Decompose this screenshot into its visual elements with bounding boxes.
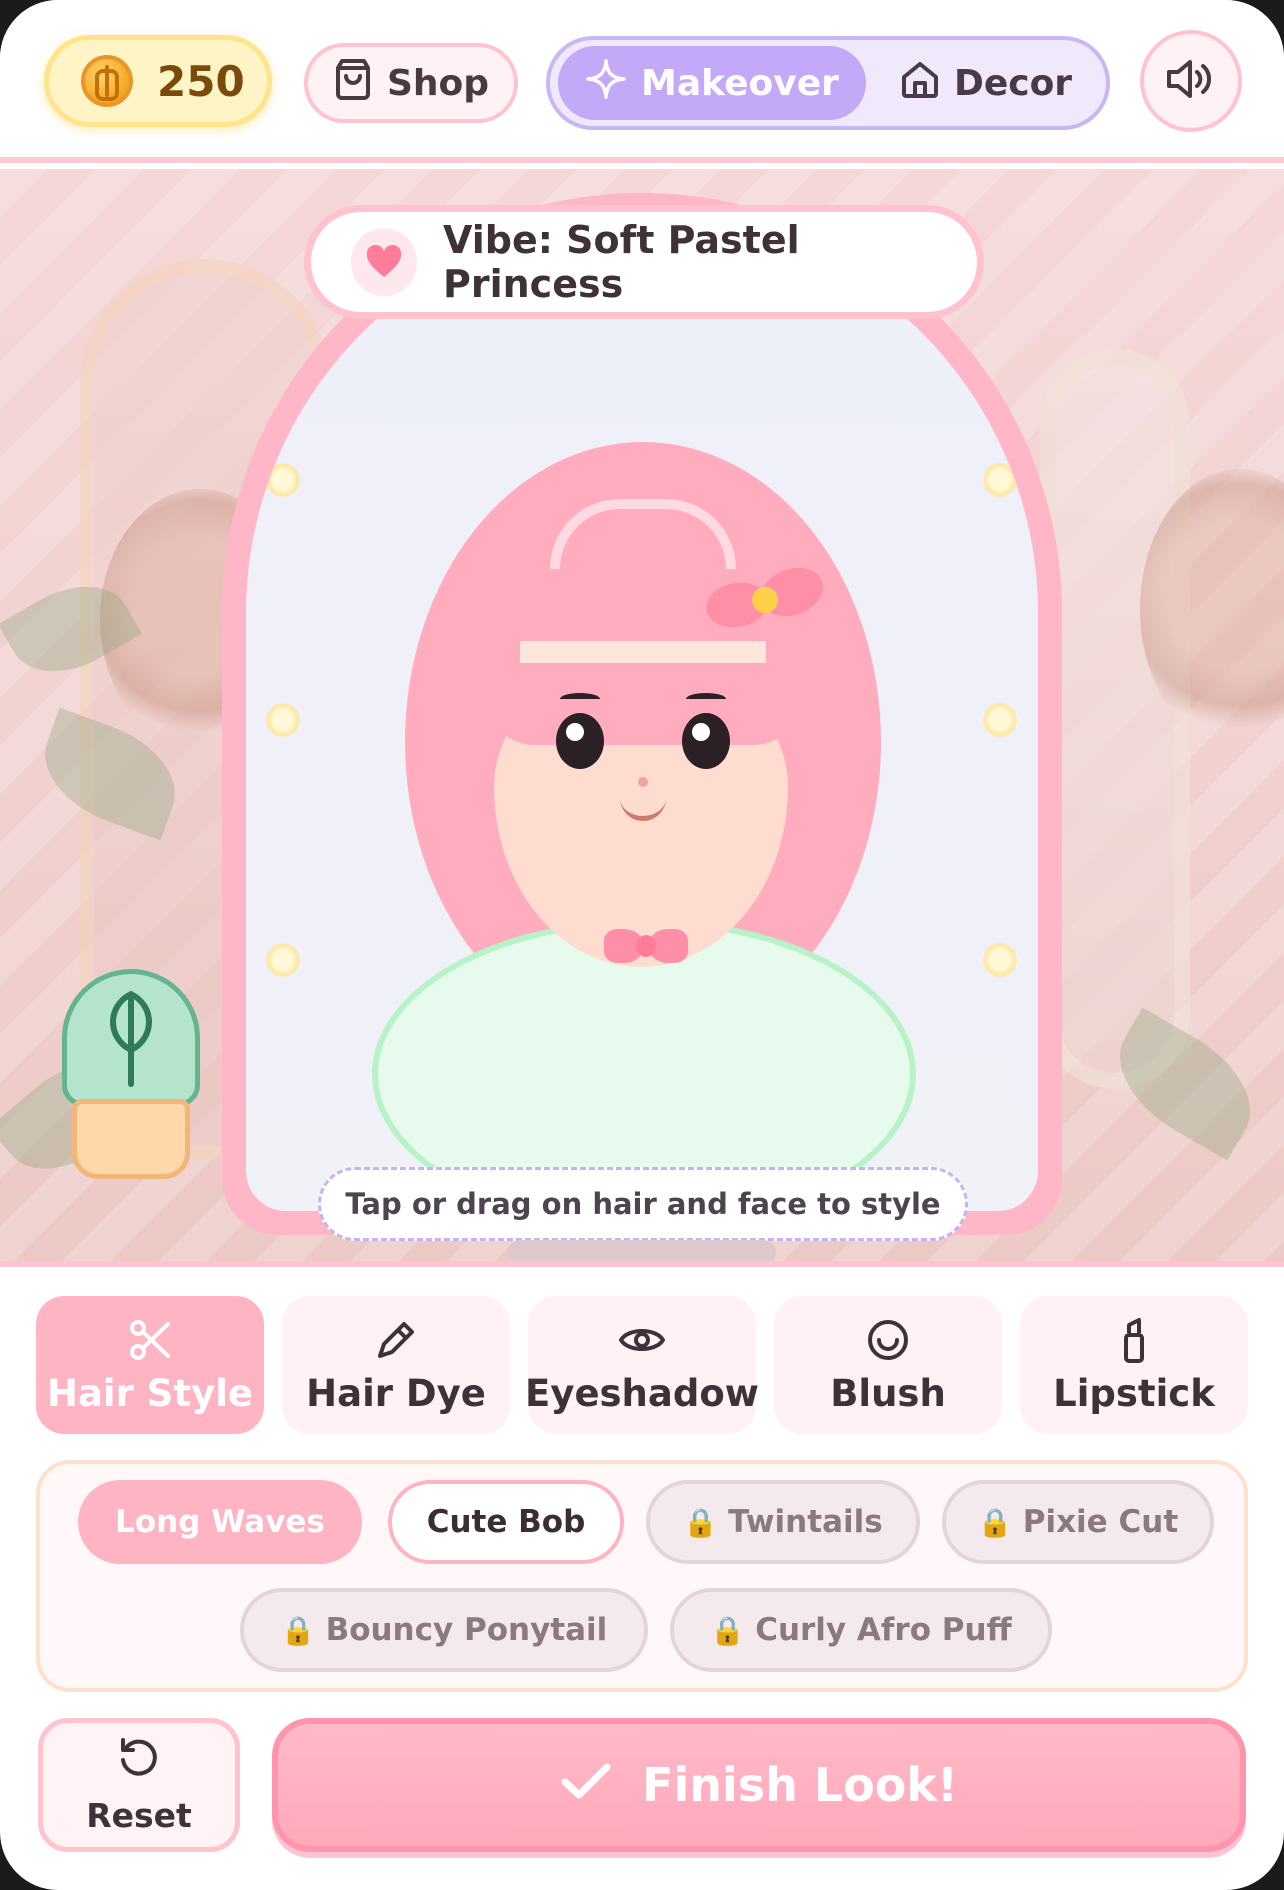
top-bar: 250 Shop Makeover Decor [0,0,1284,163]
character-nose [638,777,648,787]
home-icon [900,59,940,108]
heart-icon [351,228,418,296]
option-long-waves[interactable]: Long Waves [78,1480,362,1564]
shopping-bag-icon [333,58,373,109]
smile-icon [866,1316,910,1364]
tab-lipstick[interactable]: Lipstick [1020,1296,1248,1434]
hint-text: Tap or drag on hair and face to style [345,1187,941,1221]
coin-counter: 250 [44,35,272,127]
reset-icon [117,1736,161,1788]
option-label: Pixie Cut [1022,1504,1179,1540]
vanity-mirror [222,193,1062,1235]
right-eye[interactable] [682,713,730,769]
tab-blush[interactable]: Blush [774,1296,1002,1434]
coin-icon [81,55,133,107]
instruction-hint: Tap or drag on hair and face to style [318,1167,968,1241]
vibe-banner: Vibe: Soft Pastel Princess [304,205,984,319]
left-eye[interactable] [556,713,604,769]
reset-label: Reset [86,1795,192,1835]
tab-makeover[interactable]: Makeover [558,46,866,120]
tab-decor[interactable]: Decor [876,46,1096,120]
option-label: Curly Afro Puff [755,1612,1012,1648]
mirror-bulb [983,463,1017,497]
tab-eyeshadow[interactable]: Eyeshadow [525,1296,759,1434]
lock-icon: 🔒 [683,1505,719,1539]
collar-bow [604,925,688,965]
option-twintails[interactable]: 🔒 Twintails [646,1480,920,1564]
reset-button[interactable]: Reset [38,1718,240,1852]
checkmark-icon [560,1758,612,1812]
mirror-bulb [266,463,300,497]
hair-bow [702,559,830,635]
brush-icon [374,1316,418,1364]
tab-blush-label: Blush [830,1371,946,1415]
finish-look-label: Finish Look! [642,1758,958,1812]
tab-hair-style-label: Hair Style [47,1371,253,1415]
tab-hair-dye[interactable]: Hair Dye [282,1296,510,1434]
option-cute-bob[interactable]: Cute Bob [388,1480,624,1564]
eye-icon [618,1316,666,1364]
tab-lipstick-label: Lipstick [1053,1371,1215,1415]
option-label: Twintails [728,1504,883,1540]
sound-toggle-button[interactable] [1140,30,1242,132]
tab-eyeshadow-label: Eyeshadow [525,1371,759,1415]
option-pixie-cut[interactable]: 🔒 Pixie Cut [942,1480,1214,1564]
tab-hair-style[interactable]: Hair Style [36,1296,264,1434]
lock-icon: 🔒 [710,1613,746,1647]
tab-makeover-label: Makeover [641,62,839,104]
scissors-icon [128,1316,172,1364]
lipstick-icon [1120,1316,1148,1364]
style-options-panel: Long Waves Cute Bob 🔒 Twintails 🔒 Pixie … [36,1460,1248,1692]
app-window: 250 Shop Makeover Decor Vibe: Soft Paste… [0,0,1284,1890]
salon-stage: Vibe: Soft Pastel Princess Tap or drag o… [0,169,1284,1267]
left-eyebrow [560,693,600,705]
mirror-bulb [266,703,300,737]
mirror-bulb [983,943,1017,977]
right-eyebrow [686,693,726,705]
mirror-bulb [983,703,1017,737]
option-label: Cute Bob [426,1504,586,1540]
option-label: Long Waves [115,1504,325,1540]
shop-button[interactable]: Shop [304,43,518,123]
shop-label: Shop [386,62,490,104]
finish-look-button[interactable]: Finish Look! [272,1718,1246,1852]
flower-pot [72,1099,190,1179]
plant-decoration [62,969,200,1179]
option-label: Bouncy Ponytail [325,1612,608,1648]
background-mirror [1040,349,1190,1089]
tab-decor-label: Decor [953,62,1073,104]
option-curly-afro-puff[interactable]: 🔒 Curly Afro Puff [670,1588,1052,1672]
lock-icon: 🔒 [977,1505,1013,1539]
coin-balance: 250 [157,56,245,106]
leaf-icon [62,969,200,1107]
drag-handle[interactable] [508,1240,776,1266]
mode-switch: Makeover Decor [546,36,1110,130]
mirror-bulb [266,943,300,977]
option-bouncy-ponytail[interactable]: 🔒 Bouncy Ponytail [240,1588,648,1672]
speaker-icon [1165,57,1217,105]
vibe-label: Vibe: Soft Pastel Princess [443,218,800,306]
headband [520,641,766,663]
character-canvas[interactable] [246,217,1038,1211]
lock-icon: 🔒 [280,1613,316,1647]
sparkle-icon [585,58,627,109]
tab-hair-dye-label: Hair Dye [306,1371,486,1415]
